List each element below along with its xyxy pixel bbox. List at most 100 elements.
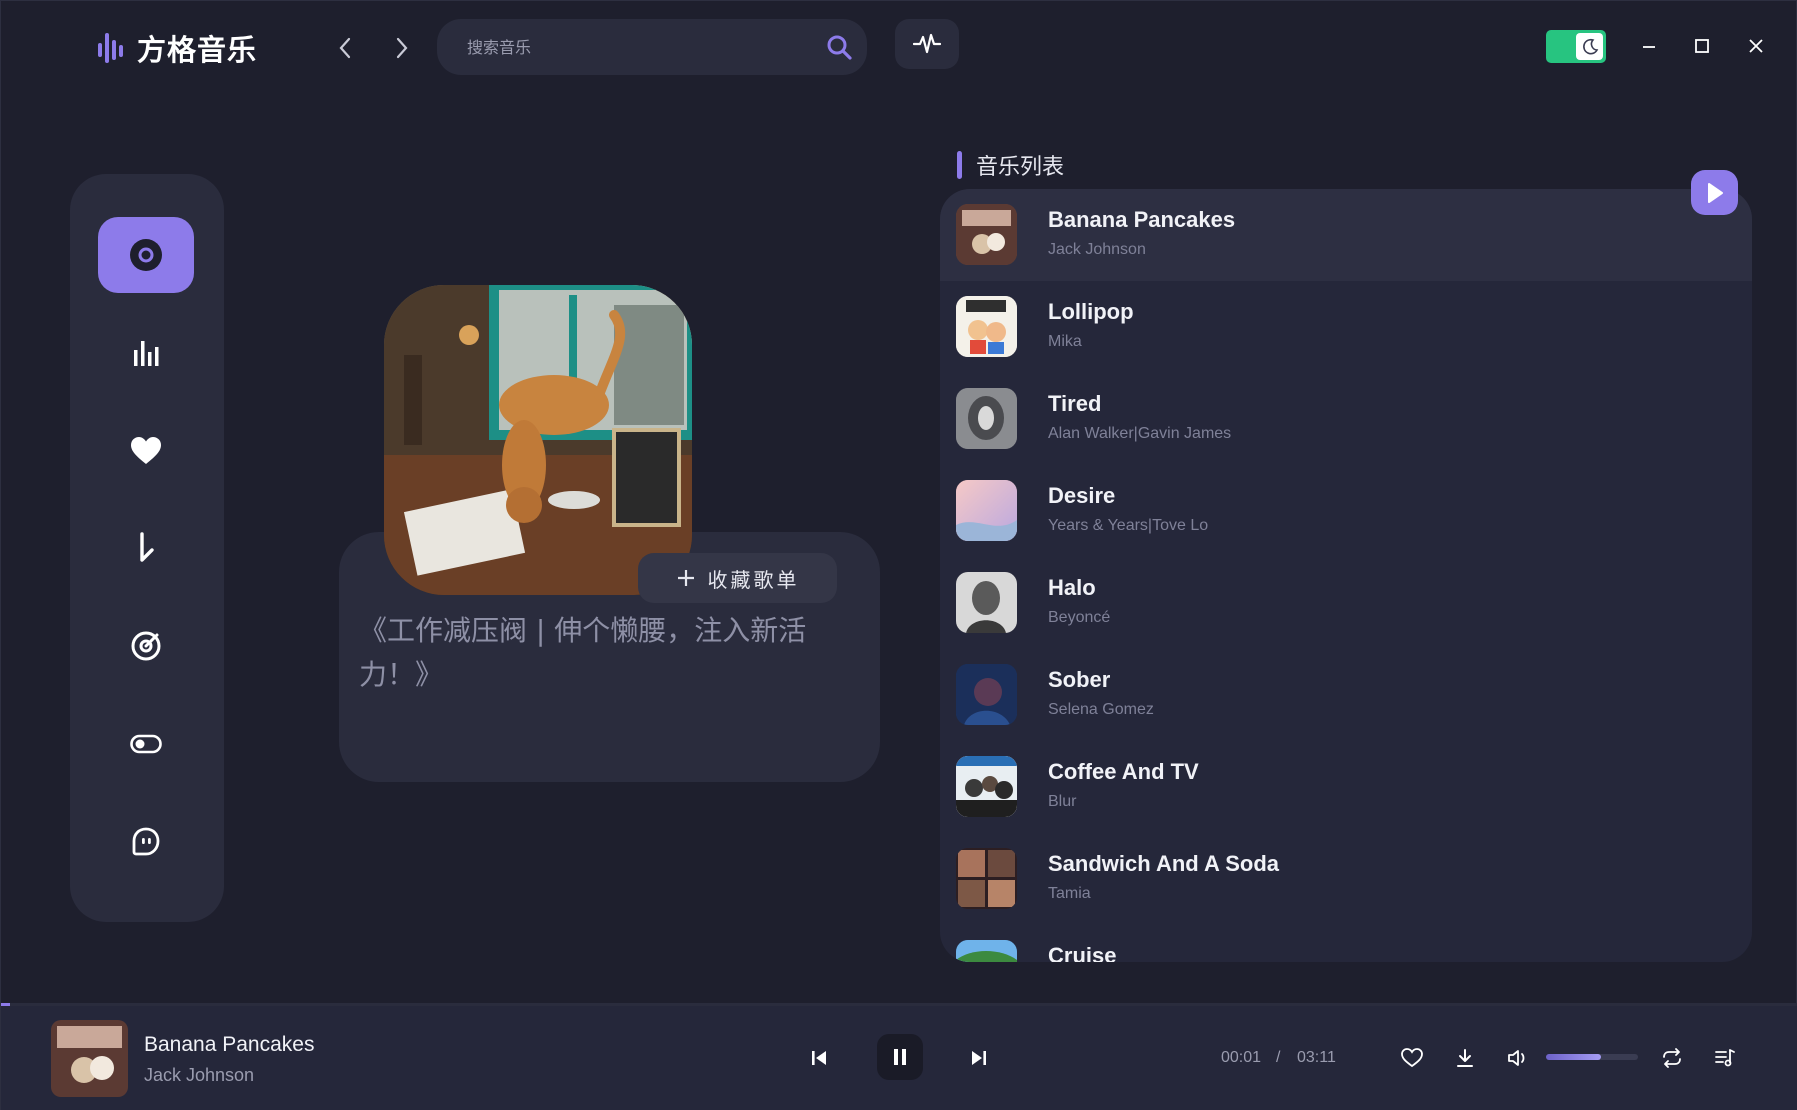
heading-accent-bar [957, 151, 962, 179]
song-artist: Tamia [1048, 885, 1091, 902]
song-cover [956, 572, 1017, 633]
desire-cover [956, 480, 1017, 541]
song-title: Coffee And TV [1048, 759, 1199, 784]
list-item[interactable]: Sandwich And A Soda Tamia [940, 833, 1752, 925]
song-cover [956, 480, 1017, 541]
previous-button[interactable] [805, 1044, 833, 1072]
heart-icon [131, 437, 161, 464]
minimize-icon [1643, 46, 1655, 48]
play-icon [1707, 182, 1723, 203]
now-playing-artist: Jack Johnson [144, 1065, 255, 1085]
sidebar-item-settings[interactable] [98, 706, 194, 782]
list-item[interactable]: Cruise [940, 925, 1752, 962]
list-item[interactable]: Desire Years & Years|Tove Lo [940, 465, 1752, 557]
search-input[interactable] [467, 19, 797, 75]
collect-playlist-button[interactable]: 收藏歌单 [638, 553, 837, 603]
list-item[interactable]: Tired Alan Walker|Gavin James [940, 373, 1752, 465]
time-separator: / [1276, 1049, 1281, 1066]
song-title: Banana Pancakes [1048, 207, 1236, 232]
sidebar-item-feedback[interactable] [98, 804, 194, 880]
next-button[interactable] [965, 1044, 993, 1072]
volume-slider[interactable] [1546, 1054, 1638, 1060]
playlist-description: 《工作减压阀 | 伸个懒腰，注入新活力！》 [359, 614, 807, 691]
song-artist: Selena Gomez [1048, 701, 1154, 718]
maximize-button[interactable] [1687, 31, 1717, 61]
kids-cover [956, 296, 1017, 357]
cruise-cover [956, 940, 1017, 962]
cat-photo-illustration [384, 285, 692, 595]
song-artist: Beyoncé [1048, 609, 1111, 626]
sandwich-cover [956, 848, 1017, 909]
sidebar-item-discover[interactable] [98, 217, 194, 293]
skip-next-icon [972, 1051, 986, 1065]
heart-outline-icon [1401, 1048, 1423, 1068]
song-cover [956, 204, 1017, 265]
song-cover [956, 848, 1017, 909]
song-artist: Mika [1048, 333, 1082, 350]
back-button[interactable] [330, 33, 360, 63]
repeat-icon [1663, 1048, 1681, 1068]
list-item[interactable]: Coffee And TV Blur [940, 741, 1752, 833]
download-button[interactable] [1450, 1043, 1480, 1073]
pause-icon [894, 1049, 906, 1065]
moon-icon [1582, 38, 1598, 54]
song-artist: Alan Walker|Gavin James [1048, 425, 1232, 442]
list-item[interactable]: Halo Beyoncé [940, 557, 1752, 649]
music-list-title: 音乐列表 [976, 155, 1065, 180]
list-item[interactable]: Lollipop Mika [940, 281, 1752, 373]
now-playing-cover [51, 1020, 128, 1097]
close-icon [1749, 39, 1763, 53]
song-title: Tired [1048, 391, 1102, 416]
playlist-queue-button[interactable] [1710, 1043, 1740, 1073]
sidebar-item-radar[interactable] [98, 608, 194, 684]
sidebar-item-favorites[interactable] [98, 413, 194, 489]
current-time: 00:01 [1221, 1049, 1262, 1066]
song-cover [956, 940, 1017, 962]
app-window: 方格音乐 搜索音乐 收藏歌单 《工作减压阀 | 伸个懒腰，注入新活力！》 音乐列… [0, 0, 1797, 1110]
theme-toggle[interactable] [1546, 30, 1606, 63]
logo-icon [98, 33, 123, 63]
playlist-icon [1715, 1049, 1735, 1067]
song-cover [956, 388, 1017, 449]
sidebar-item-charts[interactable] [98, 315, 194, 391]
list-item[interactable]: Banana Pancakes Jack Johnson [940, 189, 1752, 281]
song-artist: Years & Years|Tove Lo [1048, 517, 1209, 534]
sidebar [70, 174, 224, 922]
chevron-right-icon [396, 37, 408, 59]
coffee-shop-cover [51, 1020, 128, 1097]
listen-recognize-button[interactable] [895, 19, 959, 69]
song-title: Sandwich And A Soda [1048, 851, 1280, 876]
play-all-button[interactable] [1691, 170, 1738, 215]
target-icon [131, 631, 161, 661]
sober-cover [956, 664, 1017, 725]
song-title: Cruise [1048, 943, 1117, 962]
list-item[interactable]: Sober Selena Gomez [940, 649, 1752, 741]
song-cover [956, 664, 1017, 725]
toggle-knob [1576, 33, 1603, 60]
bar-chart-icon [134, 341, 159, 366]
song-title: Lollipop [1048, 299, 1134, 324]
download-icon [1457, 1049, 1473, 1067]
minimize-button[interactable] [1634, 31, 1664, 61]
total-time: 03:11 [1297, 1049, 1336, 1066]
song-artist: Blur [1048, 793, 1077, 810]
coffee-and-tv-cover [956, 756, 1017, 817]
volume-button[interactable] [1503, 1043, 1533, 1073]
collect-playlist-label: 收藏歌单 [707, 567, 800, 592]
volume-slider-fill [1546, 1054, 1602, 1060]
pause-button[interactable] [877, 1034, 923, 1080]
forward-button[interactable] [387, 33, 417, 63]
waveform-icon [913, 33, 941, 54]
app-name: 方格音乐 [137, 33, 258, 67]
balloon-cover [956, 388, 1017, 449]
close-button[interactable] [1741, 31, 1771, 61]
search-button[interactable] [825, 33, 853, 61]
chat-bubble-icon [132, 827, 160, 856]
download-arrow-icon [140, 532, 154, 562]
sidebar-item-downloads[interactable] [98, 510, 194, 586]
song-cover [956, 756, 1017, 817]
song-artist: Jack Johnson [1048, 241, 1146, 258]
like-button[interactable] [1397, 1043, 1427, 1073]
chevron-left-icon [339, 37, 351, 59]
repeat-button[interactable] [1657, 1043, 1687, 1073]
